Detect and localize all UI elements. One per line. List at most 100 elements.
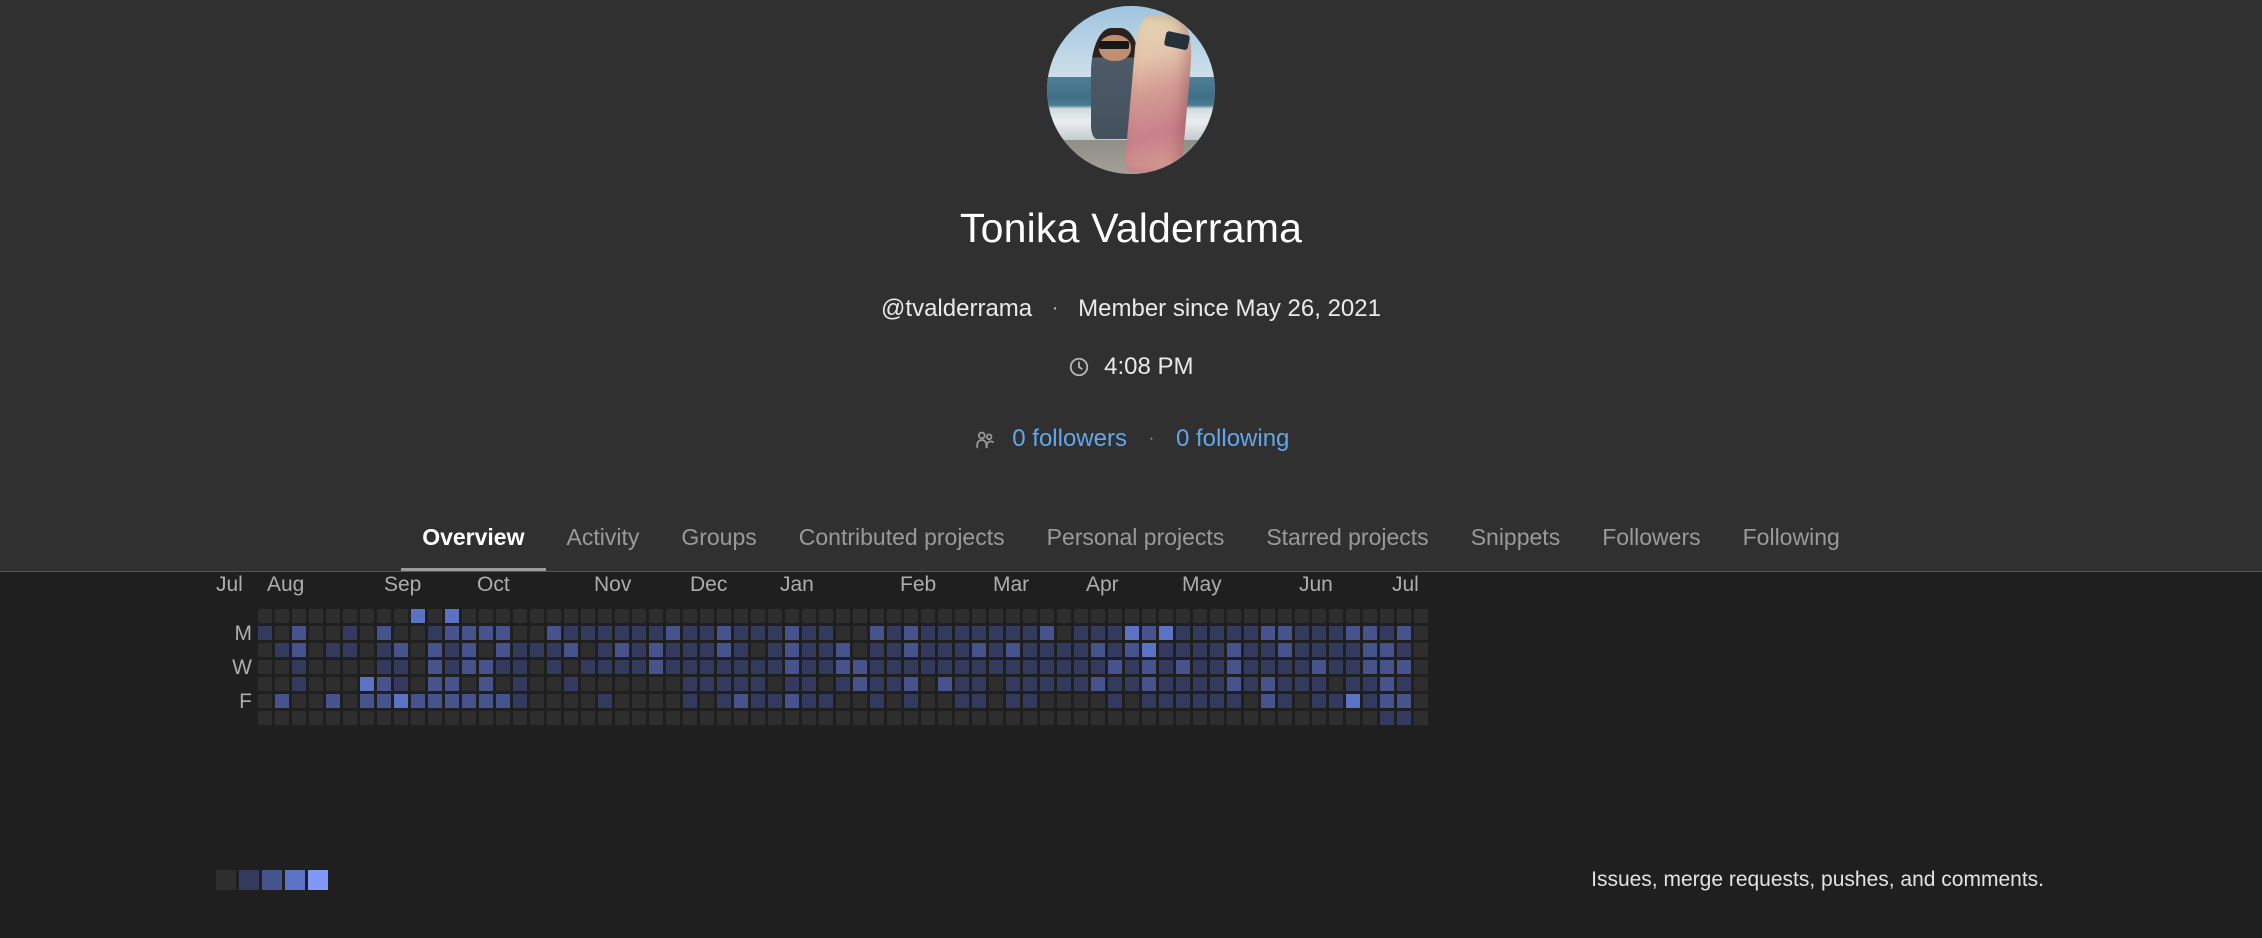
- calendar-day-cell[interactable]: [1193, 711, 1207, 725]
- calendar-day-cell[interactable]: [462, 626, 476, 640]
- calendar-day-cell[interactable]: [360, 660, 374, 674]
- calendar-day-cell[interactable]: [700, 626, 714, 640]
- calendar-day-cell[interactable]: [411, 677, 425, 691]
- calendar-day-cell[interactable]: [683, 677, 697, 691]
- calendar-day-cell[interactable]: [615, 626, 629, 640]
- calendar-day-cell[interactable]: [411, 660, 425, 674]
- calendar-day-cell[interactable]: [1278, 609, 1292, 623]
- calendar-day-cell[interactable]: [1040, 660, 1054, 674]
- calendar-day-cell[interactable]: [496, 660, 510, 674]
- calendar-day-cell[interactable]: [1057, 609, 1071, 623]
- calendar-day-cell[interactable]: [1329, 711, 1343, 725]
- calendar-day-cell[interactable]: [1074, 609, 1088, 623]
- calendar-day-cell[interactable]: [683, 660, 697, 674]
- calendar-day-cell[interactable]: [428, 660, 442, 674]
- calendar-day-cell[interactable]: [428, 677, 442, 691]
- calendar-day-cell[interactable]: [938, 643, 952, 657]
- calendar-day-cell[interactable]: [683, 626, 697, 640]
- calendar-day-cell[interactable]: [632, 626, 646, 640]
- calendar-day-cell[interactable]: [292, 643, 306, 657]
- calendar-day-cell[interactable]: [343, 660, 357, 674]
- calendar-day-cell[interactable]: [717, 643, 731, 657]
- calendar-day-cell[interactable]: [666, 660, 680, 674]
- calendar-day-cell[interactable]: [445, 609, 459, 623]
- calendar-day-cell[interactable]: [836, 711, 850, 725]
- calendar-day-cell[interactable]: [564, 694, 578, 708]
- calendar-day-cell[interactable]: [1108, 643, 1122, 657]
- calendar-day-cell[interactable]: [530, 694, 544, 708]
- calendar-day-cell[interactable]: [853, 626, 867, 640]
- calendar-day-cell[interactable]: [853, 660, 867, 674]
- calendar-day-cell[interactable]: [581, 711, 595, 725]
- calendar-day-cell[interactable]: [1244, 677, 1258, 691]
- calendar-day-cell[interactable]: [649, 626, 663, 640]
- calendar-day-cell[interactable]: [700, 643, 714, 657]
- calendar-day-cell[interactable]: [394, 694, 408, 708]
- calendar-day-cell[interactable]: [1125, 643, 1139, 657]
- calendar-day-cell[interactable]: [1074, 660, 1088, 674]
- calendar-day-cell[interactable]: [1006, 711, 1020, 725]
- calendar-day-cell[interactable]: [904, 711, 918, 725]
- calendar-day-cell[interactable]: [1244, 711, 1258, 725]
- calendar-day-cell[interactable]: [938, 660, 952, 674]
- calendar-day-cell[interactable]: [887, 626, 901, 640]
- calendar-day-cell[interactable]: [1278, 711, 1292, 725]
- calendar-day-cell[interactable]: [802, 694, 816, 708]
- calendar-day-cell[interactable]: [513, 694, 527, 708]
- calendar-day-cell[interactable]: [1346, 711, 1360, 725]
- calendar-day-cell[interactable]: [1040, 711, 1054, 725]
- calendar-day-cell[interactable]: [666, 643, 680, 657]
- calendar-day-cell[interactable]: [1091, 609, 1105, 623]
- calendar-day-cell[interactable]: [734, 643, 748, 657]
- calendar-day-cell[interactable]: [445, 694, 459, 708]
- calendar-day-cell[interactable]: [717, 694, 731, 708]
- calendar-day-cell[interactable]: [377, 660, 391, 674]
- calendar-day-cell[interactable]: [581, 609, 595, 623]
- calendar-day-cell[interactable]: [496, 711, 510, 725]
- calendar-day-cell[interactable]: [615, 609, 629, 623]
- calendar-day-cell[interactable]: [513, 711, 527, 725]
- calendar-day-cell[interactable]: [768, 694, 782, 708]
- calendar-day-cell[interactable]: [1159, 643, 1173, 657]
- calendar-day-cell[interactable]: [904, 609, 918, 623]
- calendar-day-cell[interactable]: [547, 694, 561, 708]
- calendar-day-cell[interactable]: [1108, 626, 1122, 640]
- calendar-day-cell[interactable]: [649, 643, 663, 657]
- calendar-day-cell[interactable]: [683, 643, 697, 657]
- calendar-day-cell[interactable]: [802, 711, 816, 725]
- calendar-day-cell[interactable]: [360, 643, 374, 657]
- calendar-day-cell[interactable]: [1329, 677, 1343, 691]
- calendar-day-cell[interactable]: [1023, 660, 1037, 674]
- calendar-day-cell[interactable]: [360, 711, 374, 725]
- tab-followers[interactable]: Followers: [1581, 512, 1721, 571]
- calendar-day-cell[interactable]: [1210, 643, 1224, 657]
- calendar-day-cell[interactable]: [258, 626, 272, 640]
- calendar-day-cell[interactable]: [411, 711, 425, 725]
- tab-starred-projects[interactable]: Starred projects: [1245, 512, 1449, 571]
- tab-overview[interactable]: Overview: [401, 512, 546, 571]
- calendar-day-cell[interactable]: [887, 711, 901, 725]
- calendar-day-cell[interactable]: [1074, 694, 1088, 708]
- calendar-day-cell[interactable]: [1227, 609, 1241, 623]
- calendar-day-cell[interactable]: [836, 694, 850, 708]
- calendar-day-cell[interactable]: [717, 626, 731, 640]
- calendar-day-cell[interactable]: [887, 694, 901, 708]
- tab-contributed-projects[interactable]: Contributed projects: [778, 512, 1026, 571]
- calendar-day-cell[interactable]: [1380, 626, 1394, 640]
- calendar-day-cell[interactable]: [768, 660, 782, 674]
- calendar-day-cell[interactable]: [632, 660, 646, 674]
- calendar-day-cell[interactable]: [1227, 626, 1241, 640]
- calendar-day-cell[interactable]: [1261, 711, 1275, 725]
- calendar-day-cell[interactable]: [1329, 643, 1343, 657]
- calendar-day-cell[interactable]: [496, 626, 510, 640]
- calendar-day-cell[interactable]: [836, 626, 850, 640]
- calendar-day-cell[interactable]: [785, 609, 799, 623]
- calendar-day-cell[interactable]: [547, 660, 561, 674]
- calendar-day-cell[interactable]: [921, 643, 935, 657]
- calendar-day-cell[interactable]: [598, 626, 612, 640]
- calendar-day-cell[interactable]: [853, 643, 867, 657]
- calendar-day-cell[interactable]: [1108, 677, 1122, 691]
- calendar-day-cell[interactable]: [1091, 643, 1105, 657]
- calendar-day-cell[interactable]: [836, 609, 850, 623]
- calendar-day-cell[interactable]: [751, 609, 765, 623]
